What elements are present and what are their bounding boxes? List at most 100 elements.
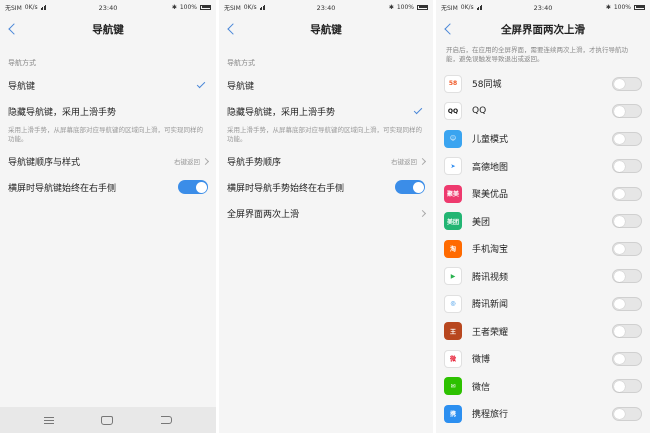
app-name: QQ — [472, 106, 487, 117]
app-toggle[interactable] — [612, 296, 642, 311]
app-toggle[interactable] — [612, 324, 642, 339]
clock: 23:40 — [533, 4, 553, 12]
clock: 23:40 — [316, 4, 336, 12]
app-icon: ✉ — [444, 377, 462, 396]
landscape-row: 横屏时导航手势始终在右手侧 — [219, 174, 433, 200]
row-label: 导航键顺序与样式 — [8, 157, 81, 168]
app-icon: QQ — [444, 102, 462, 121]
app-icon: ◎ — [444, 294, 462, 313]
app-name: 携程旅行 — [472, 410, 509, 421]
page-title: 导航键 — [310, 23, 342, 36]
chevron-right-icon — [418, 209, 427, 217]
chevron-right-icon — [201, 157, 210, 165]
back-icon[interactable] — [161, 416, 173, 424]
panel-nav-keys: 无SIM 0K/s 23:40 ✱ 100% 导航键 导航方式 导航键 隐藏导航… — [0, 0, 216, 433]
system-nav-bar — [0, 407, 216, 433]
app-icon: ☺ — [444, 129, 462, 148]
app-name: 微博 — [472, 355, 491, 366]
option-label: 导航键 — [8, 81, 36, 92]
title-bar: 导航键 — [0, 14, 216, 44]
app-icon: 微 — [444, 349, 462, 368]
app-toggle[interactable] — [612, 159, 642, 174]
option-label: 隐藏导航键，采用上滑手势 — [8, 107, 117, 118]
app-toggle[interactable] — [612, 214, 642, 229]
option-label: 导航键 — [227, 81, 255, 92]
app-row: 58 58同城 — [436, 70, 650, 98]
app-name: 腾讯视频 — [472, 272, 509, 283]
status-bar: 无SIM 0K/s 23:40 ✱ 100% — [219, 0, 433, 14]
row-label: 导航手势顺序 — [227, 157, 282, 168]
app-toggle[interactable] — [612, 131, 642, 146]
option-description: 采用上滑手势，从屏幕底部对应导航键的区域向上滑，可实现同样的功能。 — [8, 126, 203, 143]
app-name: 高德地图 — [472, 162, 509, 173]
app-name: 58同城 — [472, 80, 502, 91]
app-icon: ➤ — [444, 157, 462, 176]
app-row: 淘手机淘宝 — [436, 235, 650, 263]
app-name: 手机淘宝 — [472, 245, 509, 256]
app-row: ▶ 腾讯视频 — [436, 263, 650, 291]
battery-icon — [417, 4, 428, 10]
row-value: 右键返回 — [174, 158, 200, 166]
chevron-right-icon — [418, 157, 427, 165]
row-label: 横屏时导航手势始终在右手侧 — [227, 183, 345, 194]
app-toggle[interactable] — [612, 351, 642, 366]
landscape-toggle[interactable] — [395, 180, 425, 194]
app-row: QQ QQ — [436, 98, 650, 126]
page-title: 全屏界面两次上滑 — [501, 23, 585, 36]
back-arrow-icon[interactable] — [442, 21, 456, 37]
option-description: 采用上滑手势，从屏幕底部对应导航键的区域向上滑，可实现同样的功能。 — [227, 126, 422, 143]
title-bar: 全屏界面两次上滑 — [436, 14, 650, 44]
menu-icon[interactable] — [43, 416, 54, 424]
app-icon: 58 — [444, 74, 462, 93]
app-toggle[interactable] — [612, 186, 642, 201]
option-label: 隐藏导航键，采用上滑手势 — [227, 107, 336, 118]
app-icon: 聚美 — [444, 184, 462, 203]
home-icon[interactable] — [101, 415, 114, 425]
app-name: 腾讯新闻 — [472, 300, 509, 311]
section-label: 导航方式 — [8, 59, 36, 67]
row-label: 全屏界面两次上滑 — [227, 209, 300, 220]
battery-icon — [634, 4, 645, 10]
app-icon: 美团 — [444, 212, 462, 231]
app-row: ◎ 腾讯新闻 — [436, 290, 650, 318]
app-name: 儿童模式 — [472, 135, 509, 146]
check-icon — [196, 79, 206, 88]
status-bar: 无SIM 0K/s 23:40 ✱ 100% — [0, 0, 216, 14]
check-icon — [413, 105, 423, 114]
order-style-row[interactable]: 导航键顺序与样式 右键返回 — [0, 148, 216, 174]
back-arrow-icon[interactable] — [225, 21, 239, 37]
back-arrow-icon[interactable] — [6, 21, 20, 37]
page-title: 导航键 — [92, 23, 124, 36]
app-icon: 携 — [444, 404, 462, 423]
app-row: 聚美 聚美优品 — [436, 180, 650, 208]
app-toggle[interactable] — [612, 379, 642, 394]
option-gesture[interactable]: 隐藏导航键，采用上滑手势 — [0, 98, 216, 124]
gesture-order-row[interactable]: 导航手势顺序 右键返回 — [219, 148, 433, 174]
app-row: 美团 美团 — [436, 208, 650, 236]
battery-icon — [200, 4, 211, 10]
app-toggle[interactable] — [612, 241, 642, 256]
option-nav-keys[interactable]: 导航键 — [0, 72, 216, 98]
app-name: 微信 — [472, 382, 491, 393]
title-bar: 导航键 — [219, 14, 433, 44]
row-value: 右键返回 — [391, 158, 417, 166]
app-icon: ▶ — [444, 267, 462, 286]
clock: 23:40 — [98, 4, 118, 12]
app-toggle[interactable] — [612, 104, 642, 119]
fullscreen-swipe-row[interactable]: 全屏界面两次上滑 — [219, 200, 433, 226]
option-nav-keys[interactable]: 导航键 — [219, 72, 433, 98]
page-description: 开启后，在应用的全屏界面，需要连续两次上滑，才执行导航功能，避免误触发导致退出或… — [446, 46, 628, 63]
app-toggle[interactable] — [612, 76, 642, 91]
app-toggle[interactable] — [612, 406, 642, 421]
app-icon: 淘 — [444, 239, 462, 258]
app-toggle[interactable] — [612, 269, 642, 284]
panel-nav-gestures: 无SIM 0K/s 23:40 ✱ 100% 导航键 导航方式 导航键 隐藏导航… — [219, 0, 433, 433]
app-icon: 王 — [444, 322, 462, 341]
landscape-toggle[interactable] — [178, 180, 208, 194]
app-row: ➤ 高德地图 — [436, 153, 650, 181]
option-gesture[interactable]: 隐藏导航键，采用上滑手势 — [219, 98, 433, 124]
app-name: 美团 — [472, 217, 491, 228]
app-list: 58 58同城 QQ QQ ☺ 儿童模式 ➤ 高德地图 聚美 聚美优品 美团 美团淘手机淘宝 ▶ 腾讯视频… — [436, 70, 650, 428]
section-label: 导航方式 — [227, 59, 255, 67]
app-name: 王者荣耀 — [472, 327, 509, 338]
